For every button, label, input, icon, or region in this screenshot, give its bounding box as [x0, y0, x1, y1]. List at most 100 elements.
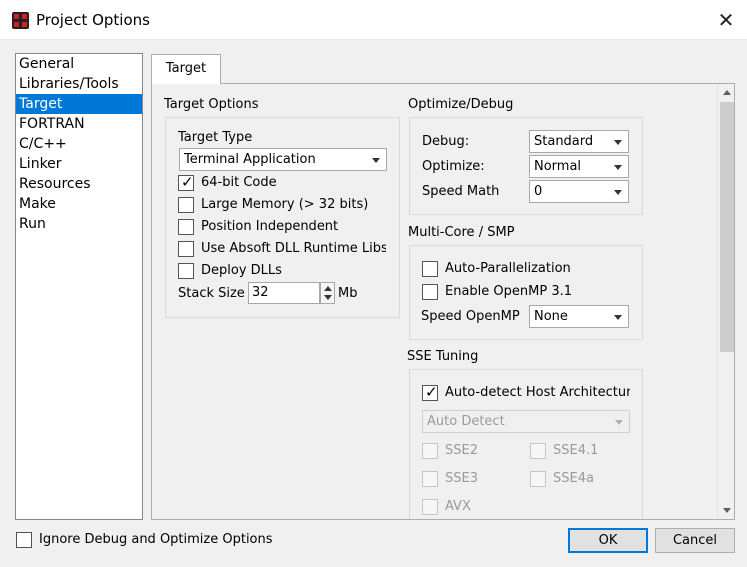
checkbox-label: Auto-detect Host Architecture [445, 385, 630, 400]
checkbox-box[interactable] [178, 197, 194, 213]
category-item-target[interactable]: Target [16, 94, 142, 114]
target-panel: Target Options Target Type Terminal Appl… [151, 83, 735, 520]
speed-math-label: Speed Math [422, 184, 500, 199]
checkbox-use-absoft-dll[interactable]: Use Absoft DLL Runtime Libs [178, 240, 386, 258]
checkbox-large-memory[interactable]: Large Memory (> 32 bits) [178, 196, 398, 214]
speed-math-select[interactable]: 0 [529, 180, 629, 203]
window-title: Project Options [36, 11, 150, 29]
optimize-debug-group: Debug: Standard Optimize: Normal Speed M… [409, 117, 643, 215]
sse-mode-select[interactable]: Auto Detect [422, 410, 630, 433]
checkbox-box[interactable] [16, 532, 32, 548]
scroll-down-icon[interactable] [723, 508, 731, 513]
checkbox-deploy-dlls[interactable]: Deploy DLLs [178, 262, 398, 280]
checkbox-ignore-debug-optimize[interactable]: Ignore Debug and Optimize Options [16, 531, 276, 549]
checkbox-label: SSE4.1 [553, 443, 599, 458]
optimize-select[interactable]: Normal [529, 155, 629, 178]
category-item-general[interactable]: General [16, 54, 142, 74]
multicore-label: Multi-Core / SMP [408, 225, 515, 240]
checkbox-position-independent[interactable]: Position Independent [178, 218, 398, 236]
tab-target[interactable]: Target [151, 54, 221, 84]
category-item-linker[interactable]: Linker [16, 154, 142, 174]
target-type-value: Terminal Application [184, 152, 316, 167]
checkbox-label: Position Independent [201, 219, 339, 234]
checkbox-label: SSE3 [445, 471, 478, 486]
sse-tuning-label: SSE Tuning [407, 349, 479, 364]
checkbox-label: Use Absoft DLL Runtime Libs [201, 241, 386, 256]
checkbox-box[interactable] [422, 443, 438, 459]
checkbox-box[interactable] [178, 219, 194, 235]
checkbox-box[interactable] [178, 263, 194, 279]
optimize-debug-label: Optimize/Debug [408, 97, 514, 112]
checkbox-auto-parallelization[interactable]: Auto-Parallelization [422, 260, 632, 278]
chevron-down-icon [615, 420, 623, 425]
app-icon [12, 12, 29, 29]
chevron-down-icon [614, 190, 622, 195]
stepper-up-icon[interactable] [324, 286, 332, 291]
checkbox-avx[interactable]: AVX [422, 498, 512, 516]
category-item-run[interactable]: Run [16, 214, 142, 234]
sse-tuning-group: ✓ Auto-detect Host Architecture Auto Det… [409, 369, 643, 519]
target-options-group: Target Type Terminal Application ✓ 64-bi… [165, 117, 400, 318]
close-button[interactable]: ✕ [711, 6, 741, 34]
stack-size-label: Stack Size [178, 286, 245, 301]
panel-scrollbar[interactable] [717, 84, 734, 519]
chevron-down-icon [614, 165, 622, 170]
checkbox-box[interactable] [422, 261, 438, 277]
sse-mode-value: Auto Detect [427, 414, 505, 429]
checkbox-label: Ignore Debug and Optimize Options [39, 532, 273, 547]
speed-openmp-label: Speed OpenMP [421, 309, 520, 324]
checkbox-box[interactable] [530, 443, 546, 459]
checkbox-label: Auto-Parallelization [445, 261, 571, 276]
checkbox-label: 64-bit Code [201, 175, 277, 190]
stack-size-stepper[interactable] [320, 282, 335, 304]
checkbox-sse2[interactable]: SSE2 [422, 442, 512, 460]
title-bar: Project Options ✕ [0, 0, 747, 40]
target-options-label: Target Options [164, 97, 259, 112]
checkbox-sse41[interactable]: SSE4.1 [530, 442, 620, 460]
stack-size-unit: Mb [338, 286, 358, 301]
speed-openmp-value: None [534, 309, 568, 324]
ok-button[interactable]: OK [568, 528, 648, 553]
checkbox-box[interactable] [178, 241, 194, 257]
category-item-libraries-tools[interactable]: Libraries/Tools [16, 74, 142, 94]
checkbox-label: Enable OpenMP 3.1 [445, 284, 572, 299]
checkbox-label: SSE2 [445, 443, 478, 458]
checkbox-sse4a[interactable]: SSE4a [530, 470, 620, 488]
checkbox-box[interactable]: ✓ [178, 173, 194, 191]
checkbox-enable-openmp[interactable]: Enable OpenMP 3.1 [422, 283, 632, 301]
checkbox-auto-detect-host[interactable]: ✓ Auto-detect Host Architecture [422, 384, 630, 402]
chevron-down-icon [372, 158, 380, 163]
debug-label: Debug: [422, 134, 470, 149]
speed-openmp-select[interactable]: None [529, 305, 629, 328]
category-item-make[interactable]: Make [16, 194, 142, 214]
scrollbar-thumb[interactable] [720, 102, 734, 352]
target-type-select[interactable]: Terminal Application [179, 148, 387, 171]
checkbox-64bit-code[interactable]: ✓ 64-bit Code [178, 173, 398, 192]
checkmark-icon: ✓ [181, 173, 194, 191]
checkbox-box[interactable] [530, 471, 546, 487]
debug-select[interactable]: Standard [529, 130, 629, 153]
chevron-down-icon [614, 140, 622, 145]
chevron-down-icon [614, 315, 622, 320]
checkbox-sse3[interactable]: SSE3 [422, 470, 512, 488]
checkbox-label: Deploy DLLs [201, 263, 282, 278]
cancel-button[interactable]: Cancel [655, 528, 735, 553]
checkbox-box[interactable] [422, 284, 438, 300]
checkbox-label: AVX [445, 499, 471, 514]
target-type-label: Target Type [178, 130, 253, 145]
checkbox-label: SSE4a [553, 471, 594, 486]
category-item-resources[interactable]: Resources [16, 174, 142, 194]
category-item-c-cpp[interactable]: C/C++ [16, 134, 142, 154]
category-item-fortran[interactable]: FORTRAN [16, 114, 142, 134]
category-list[interactable]: General Libraries/Tools Target FORTRAN C… [15, 53, 143, 520]
stepper-down-icon[interactable] [324, 295, 332, 300]
optimize-label: Optimize: [422, 159, 485, 174]
multicore-group: Auto-Parallelization Enable OpenMP 3.1 S… [409, 245, 643, 340]
checkbox-box[interactable] [422, 499, 438, 515]
checkbox-box[interactable]: ✓ [422, 384, 438, 401]
optimize-value: Normal [534, 159, 582, 174]
scroll-up-icon[interactable] [723, 90, 731, 95]
checkbox-box[interactable] [422, 471, 438, 487]
debug-value: Standard [534, 134, 594, 149]
stack-size-input[interactable]: 32 [248, 282, 320, 304]
